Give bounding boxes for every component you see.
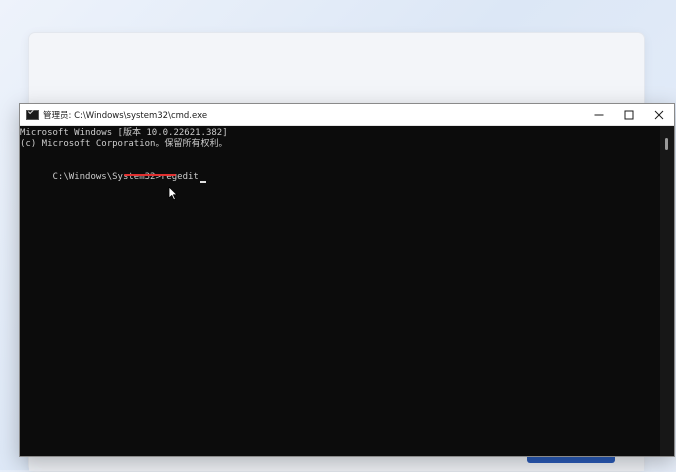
window-title: 管理员: C:\Windows\system32\cmd.exe xyxy=(43,110,208,121)
text-cursor xyxy=(199,180,206,183)
minimize-icon xyxy=(594,114,604,115)
console-output[interactable]: Microsoft Windows [版本 10.0.22621.382] (c… xyxy=(20,126,660,456)
mouse-pointer-icon xyxy=(168,186,178,201)
vertical-scrollbar[interactable] xyxy=(660,126,674,456)
cmd-window[interactable]: 管理员: C:\Windows\system32\cmd.exe Microso… xyxy=(19,103,675,457)
console-line-copyright: (c) Microsoft Corporation。保留所有权利。 xyxy=(20,139,228,149)
maximize-button[interactable] xyxy=(614,104,644,125)
scrollbar-thumb[interactable] xyxy=(665,138,668,150)
close-button[interactable] xyxy=(644,104,674,125)
cmd-icon xyxy=(26,109,39,120)
command-underline-annotation xyxy=(124,174,176,176)
minimize-button[interactable] xyxy=(584,104,614,125)
console-line-version: Microsoft Windows [版本 10.0.22621.382] xyxy=(20,128,228,138)
close-icon xyxy=(654,110,664,119)
title-bar[interactable]: 管理员: C:\Windows\system32\cmd.exe xyxy=(20,104,674,126)
caption-buttons xyxy=(584,104,674,125)
maximize-icon xyxy=(624,110,634,119)
